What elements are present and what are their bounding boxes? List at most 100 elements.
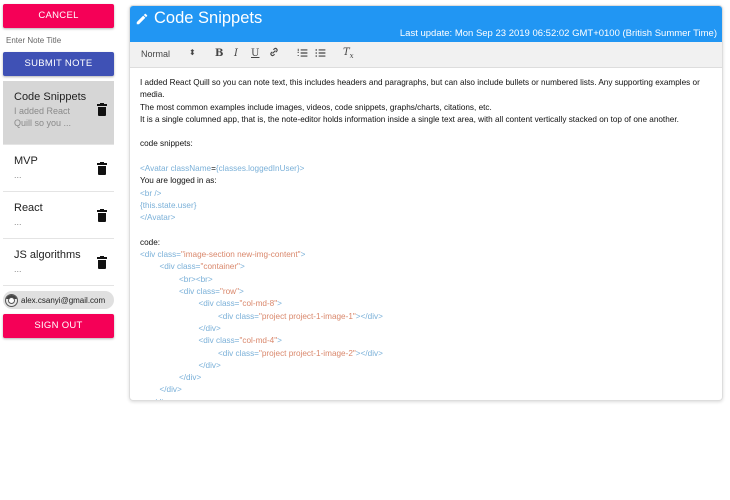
note-title-input[interactable]: [3, 33, 114, 47]
code-line: <div class="project project-1-image-2"><…: [140, 348, 713, 360]
note-preview: ...: [14, 217, 22, 227]
note-editor: Code Snippets Last update: Mon Sep 23 20…: [129, 5, 723, 401]
notes-list: Code Snippets I added React Quill so you…: [3, 81, 114, 286]
code-line: </div>: [140, 323, 713, 335]
trash-icon[interactable]: [97, 103, 107, 116]
code-tag: </div>: [179, 373, 202, 383]
code-line: <div class="project project-1-image-1"><…: [140, 311, 713, 323]
code-block: <div class="image-section new-img-conten…: [140, 249, 713, 400]
user-chip: alex.csanyi@gmail.com: [3, 291, 114, 309]
submit-note-button[interactable]: SUBMIT NOTE: [3, 52, 114, 76]
code-tag: >: [239, 262, 245, 272]
editor-toolbar: Normal ⬍ B I U Tx: [130, 42, 722, 68]
code-tag: </div>: [159, 385, 182, 395]
paragraph: You are logged in as:: [140, 176, 217, 186]
code-tag: <div: [159, 262, 175, 272]
code-string: "row": [219, 287, 239, 297]
note-preview: ...: [14, 170, 22, 180]
ordered-list-icon[interactable]: [297, 48, 308, 60]
code-tag: >: [299, 164, 305, 174]
code-line: <div class="image-section new-img-conten…: [140, 249, 713, 261]
format-label: Normal: [141, 49, 171, 59]
code-tag: </div>: [198, 360, 221, 370]
pencil-icon: [136, 13, 148, 25]
code-tag: ></div>: [355, 311, 383, 321]
code-line: </div>: [140, 397, 713, 400]
code-tag: <div: [179, 287, 195, 297]
code-tag: <div: [140, 250, 156, 260]
note-title: Code Snippets: [14, 91, 87, 103]
code-line: </Avatar>: [140, 213, 176, 223]
code-line: <div class="col-md-4">: [140, 335, 713, 347]
code-line: <div class="container">: [140, 261, 713, 273]
note-item[interactable]: MVP ...: [3, 145, 114, 192]
code-string: "project project-1-image-1": [258, 311, 356, 321]
code-attr: class=: [155, 250, 181, 260]
avatar-icon: [5, 293, 18, 307]
code-attr: class=: [233, 311, 259, 321]
note-item[interactable]: Code Snippets I added React Quill so you…: [3, 81, 114, 145]
editor-header: Code Snippets Last update: Mon Sep 23 20…: [130, 6, 722, 42]
code-line: </div>: [140, 372, 713, 384]
link-icon[interactable]: [269, 47, 279, 60]
code-tag: >: [277, 336, 282, 346]
bold-button[interactable]: B: [215, 48, 223, 59]
code-tag: >: [300, 250, 306, 260]
paragraph: I added React Quill so you can note text…: [140, 78, 700, 100]
paragraph: The most common examples include images,…: [140, 102, 492, 112]
code-tag: <div: [198, 299, 214, 309]
code-attr: class=: [174, 262, 201, 272]
note-item[interactable]: React ...: [3, 192, 114, 239]
paragraph: code snippets:: [140, 139, 193, 149]
code-line: {this.state.user}: [140, 200, 197, 210]
code-tag: </div>: [198, 323, 221, 333]
trash-icon[interactable]: [97, 162, 107, 175]
clear-format-label: T: [343, 47, 350, 58]
code-line: <Avatar className={classes.loggedInUser}…: [140, 164, 305, 174]
underline-button[interactable]: U: [251, 48, 259, 59]
paragraph: It is a single columned app, that is, th…: [140, 114, 679, 124]
code-value: {classes.loggedInUser}: [215, 164, 300, 174]
user-email: alex.csanyi@gmail.com: [21, 295, 106, 305]
code-line: </div>: [140, 384, 713, 396]
code-attr: class=: [194, 287, 220, 297]
sign-out-button[interactable]: SIGN OUT: [3, 314, 114, 338]
code-line: </div>: [140, 360, 713, 372]
clear-format-icon[interactable]: Tx: [343, 47, 354, 60]
code-string: "project project-1-image-2": [258, 348, 356, 358]
editor-content[interactable]: I added React Quill so you can note text…: [130, 68, 722, 400]
code-tag: <br><br>: [179, 274, 213, 284]
note-title-heading[interactable]: Code Snippets: [154, 9, 262, 28]
code-string: "container": [200, 262, 240, 272]
code-tag: ></div>: [355, 348, 383, 358]
cancel-button[interactable]: CANCEL: [3, 4, 114, 28]
updown-arrows-icon: ⬍: [189, 48, 196, 57]
note-preview: ...: [14, 264, 22, 274]
code-string: "image-section new-img-content": [180, 250, 301, 260]
last-update: Last update: Mon Sep 23 2019 06:52:02 GM…: [399, 28, 717, 39]
code-line: <div class="col-md-8">: [140, 298, 713, 310]
paragraph: code:: [140, 237, 161, 247]
note-preview: I added React Quill so you ...: [14, 106, 72, 128]
code-tag: >: [277, 299, 282, 309]
format-select[interactable]: Normal ⬍: [141, 48, 197, 59]
note-item[interactable]: JS algorithms ...: [3, 239, 114, 286]
code-attr: class=: [213, 299, 240, 309]
code-line: <br />: [140, 188, 162, 198]
code-attr: class=: [233, 348, 259, 358]
code-line: <div class="row">: [140, 286, 713, 298]
italic-button[interactable]: I: [234, 48, 238, 59]
code-tag: <div: [218, 311, 234, 321]
code-tag: <div: [218, 348, 234, 358]
code-tag: </div>: [150, 398, 172, 400]
code-tag: <div: [198, 336, 214, 346]
trash-icon[interactable]: [97, 256, 107, 269]
code-tag: <Avatar: [140, 164, 169, 174]
bullet-list-icon[interactable]: [315, 48, 326, 60]
code-string: "col-md-8": [239, 299, 278, 309]
trash-icon[interactable]: [97, 209, 107, 222]
code-attr: class=: [213, 336, 240, 346]
